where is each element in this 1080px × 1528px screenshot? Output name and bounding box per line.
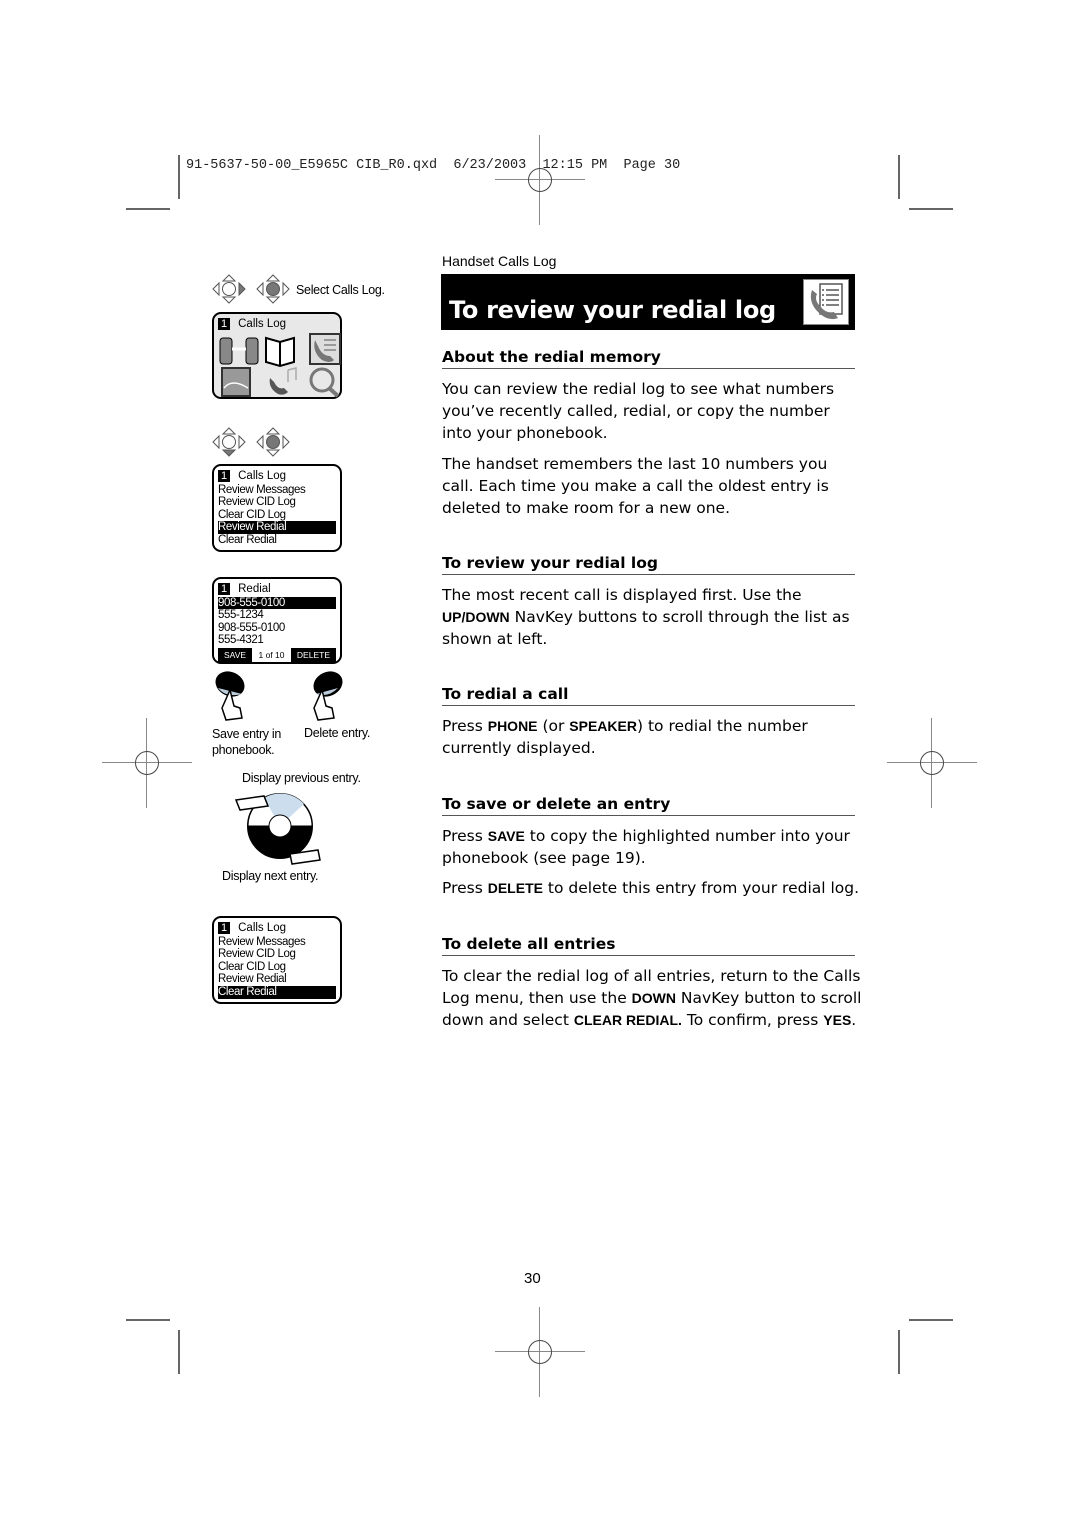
screen-title: Calls Log xyxy=(238,922,287,934)
menu-item: Clear CID Log xyxy=(218,960,286,973)
heading-save-delete: To save or delete an entry xyxy=(442,795,855,816)
menu-item-selected: Review Redial xyxy=(218,521,336,534)
heading-delete-all: To delete all entries xyxy=(442,935,855,956)
registration-mark xyxy=(495,1307,585,1397)
menu-item: Clear Redial xyxy=(218,533,277,546)
title-bar: To review your redial log xyxy=(441,274,855,330)
registration-mark xyxy=(495,135,585,225)
lcd-screen-clear-redial: 1 Calls Log Review Messages Review CID Lo… xyxy=(212,916,342,1004)
redial-paragraph: Press PHONE (or SPEAKER) to redial the n… xyxy=(442,717,808,757)
lcd-screen-redial-list: 1 Redial 908-555-0100 555-1234 908-555-01… xyxy=(212,577,342,664)
heading-review: To review your redial log xyxy=(442,554,855,575)
calls-log-icon xyxy=(309,332,341,365)
crop-mark xyxy=(178,155,180,199)
phonebook-icon xyxy=(265,336,295,367)
registration-mark xyxy=(887,718,977,808)
redial-entry: 555-1234 xyxy=(218,609,264,622)
crop-mark xyxy=(898,1330,900,1374)
redial-entry: 908-555-0100 xyxy=(218,621,285,634)
intercom-icon xyxy=(219,337,259,365)
crop-mark xyxy=(909,1319,953,1321)
softkey-delete: DELETE xyxy=(290,647,336,663)
menu-item: Review Redial xyxy=(218,973,287,986)
step-caption: Select Calls Log. xyxy=(296,283,385,297)
screen-number: 1 xyxy=(218,922,231,935)
screen-title: Calls Log xyxy=(238,318,287,330)
menu-item: Review CID Log xyxy=(218,496,296,509)
menu-item: Review Messages xyxy=(218,483,306,496)
print-slug: 91-5637-50-00_E5965C CIB_R0.qxd 6/23/200… xyxy=(186,158,681,173)
settings-icon xyxy=(309,367,340,398)
picture-icon xyxy=(221,366,251,397)
redial-entry-selected: 908-555-0100 xyxy=(218,596,336,610)
lcd-screen-calls-log-icons: 1 Calls Log xyxy=(212,312,342,399)
navkey-scroll-icon xyxy=(234,788,324,873)
crop-mark xyxy=(898,155,900,199)
screen-number: 1 xyxy=(218,318,231,331)
crop-mark xyxy=(909,208,953,210)
section-label: Handset Calls Log xyxy=(442,253,557,269)
save-paragraph: Press SAVE to copy the highlighted numbe… xyxy=(442,827,850,867)
crop-mark xyxy=(126,208,170,210)
menu-item-selected: Clear Redial xyxy=(218,985,336,999)
crop-mark xyxy=(126,1319,170,1321)
navkey-down-icon xyxy=(212,427,246,462)
menu-item: Review CID Log xyxy=(218,948,296,961)
heading-redial: To redial a call xyxy=(442,685,855,706)
menu-icons-grid xyxy=(219,332,341,398)
calls-log-icon xyxy=(803,279,849,325)
press-right-softkey-icon xyxy=(306,668,346,729)
screen-number: 1 xyxy=(218,583,231,596)
next-caption: Display next entry. xyxy=(222,869,319,883)
entry-counter: 1 of 10 xyxy=(258,649,285,660)
softkey-save: SAVE xyxy=(218,647,253,663)
delete-all-paragraph: To clear the redial log of all entries, … xyxy=(442,967,862,1029)
heading-about: About the redial memory xyxy=(442,348,855,369)
delete-caption: Delete entry. xyxy=(304,726,371,740)
review-paragraph: The most recent call is displayed first.… xyxy=(442,586,850,648)
page-number: 30 xyxy=(524,1270,541,1287)
lcd-screen-calls-log-menu: 1 Calls Log Review Messages Review CID Lo… xyxy=(212,464,342,552)
press-left-softkey-icon xyxy=(212,668,252,729)
navkey-select-icon xyxy=(256,427,290,462)
prev-caption: Display previous entry. xyxy=(242,771,361,785)
about-paragraph-1: You can review the redial log to see wha… xyxy=(442,380,835,442)
page-title: To review your redial log xyxy=(449,296,776,324)
redial-entry: 555-4321 xyxy=(218,634,264,647)
save-caption: Save entry in phonebook. xyxy=(212,727,282,757)
menu-item: Review Messages xyxy=(218,935,306,948)
ringer-icon xyxy=(269,366,297,395)
navkey-select-icon xyxy=(256,274,290,309)
registration-mark xyxy=(102,718,192,808)
about-paragraph-2: The handset remembers the last 10 number… xyxy=(442,455,829,517)
delete-paragraph: Press DELETE to delete this entry from y… xyxy=(442,879,860,897)
screen-title: Calls Log xyxy=(238,470,287,482)
screen-number: 1 xyxy=(218,470,231,483)
crop-mark xyxy=(178,1330,180,1374)
screen-title: Redial xyxy=(238,583,271,595)
navkey-left-right-icon xyxy=(212,274,246,309)
menu-item: Clear CID Log xyxy=(218,508,286,521)
